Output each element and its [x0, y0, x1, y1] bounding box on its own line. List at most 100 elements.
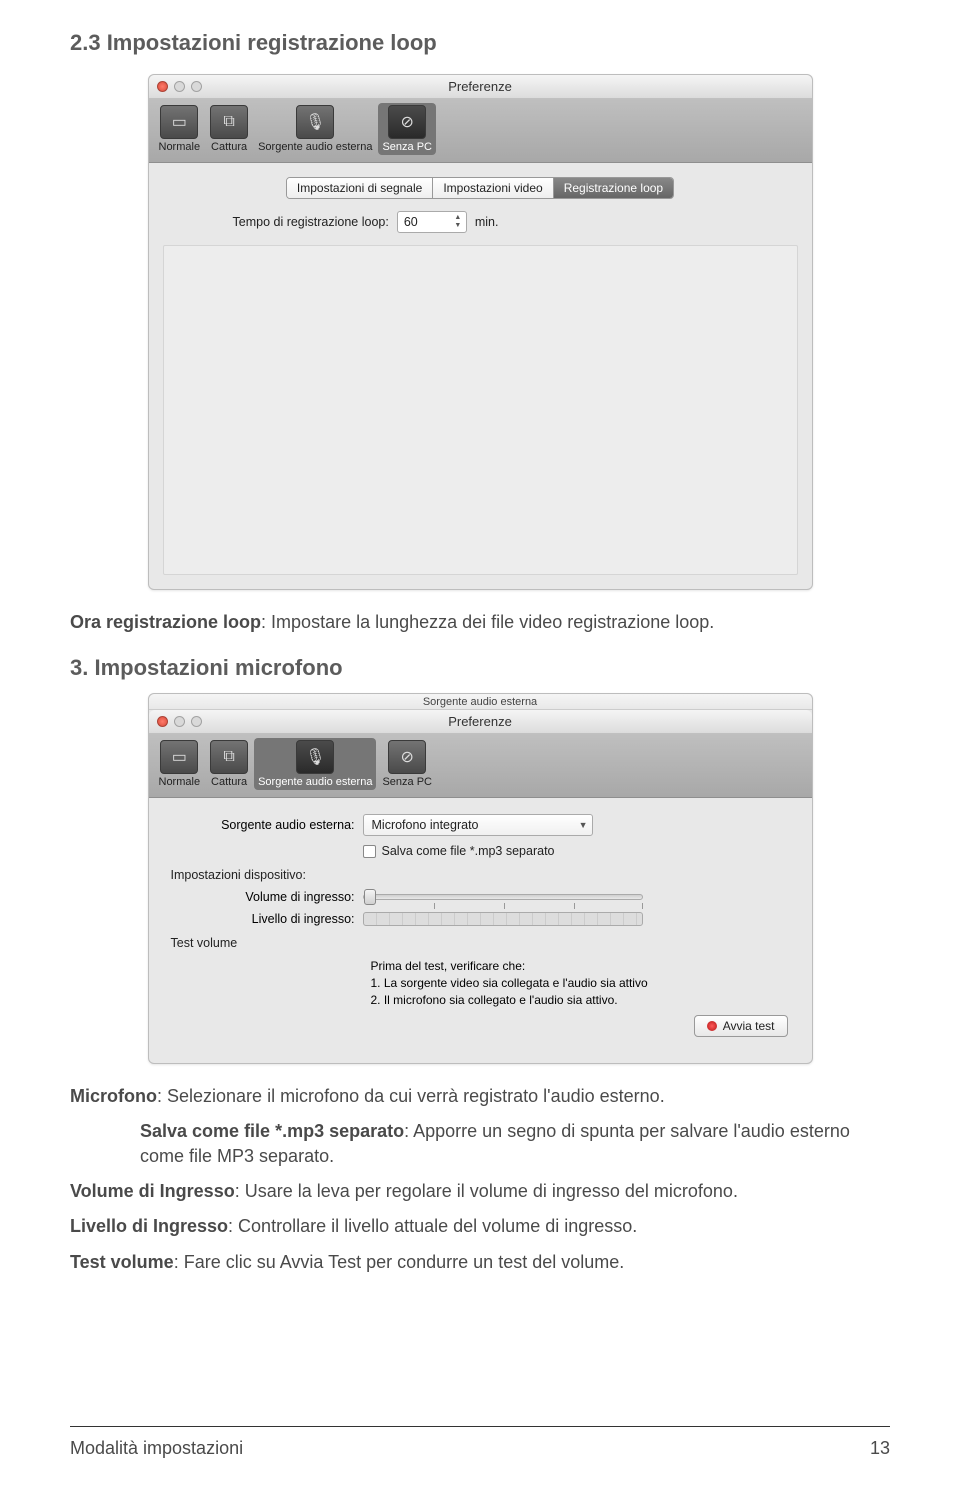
toolbar-item-cattura[interactable]: ⧉ Cattura: [206, 738, 252, 790]
window-title: Preferenze: [157, 79, 804, 94]
volume-in-label: Volume di ingresso:: [163, 890, 363, 904]
no-pc-icon: ⊘: [388, 740, 426, 774]
para-volin-rest: : Usare la leva per regolare il volume d…: [235, 1181, 738, 1201]
tab-video[interactable]: Impostazioni video: [433, 178, 553, 198]
maximize-icon[interactable]: [191, 81, 202, 92]
source-dropdown[interactable]: Microfono integrato ▼: [363, 814, 593, 836]
stepper-icon[interactable]: ▲▼: [452, 214, 464, 230]
level-in-row: Livello di ingresso:: [163, 912, 798, 926]
traffic-lights: [157, 716, 202, 727]
traffic-lights: [157, 81, 202, 92]
level-in-meter: [363, 912, 643, 926]
para-lvlin: Livello di Ingresso: Controllare il live…: [70, 1214, 890, 1239]
toolbar-item-sorgente-audio[interactable]: 🎙 Sorgente audio esterna: [254, 738, 376, 790]
toolbar-label: Normale: [159, 776, 201, 788]
level-in-label: Livello di ingresso:: [163, 912, 363, 926]
loop-time-label: Tempo di registrazione loop:: [233, 215, 389, 229]
footer-divider: [70, 1426, 890, 1427]
start-test-button[interactable]: Avvia test: [694, 1015, 788, 1037]
toolbar-item-sorgente-audio[interactable]: 🎙 Sorgente audio esterna: [254, 103, 376, 155]
loop-time-row: Tempo di registrazione loop: 60 ▲▼ min.: [233, 211, 798, 233]
titlebar: Preferenze: [149, 75, 812, 99]
tab-registrazione-loop[interactable]: Registrazione loop: [554, 178, 673, 198]
save-mp3-checkbox[interactable]: [363, 845, 376, 858]
window-body: Sorgente audio esterna: Microfono integr…: [149, 798, 812, 1062]
monitor-icon: ▭: [160, 105, 198, 139]
para-volin-bold: Volume di Ingresso: [70, 1181, 235, 1201]
para-volin: Volume di Ingresso: Usare la leva per re…: [70, 1179, 890, 1204]
test-volume-row: Test volume: [163, 936, 798, 950]
volume-in-slider[interactable]: [363, 894, 643, 900]
slider-thumb[interactable]: [364, 889, 376, 905]
titlebar: Preferenze: [149, 710, 812, 734]
para-lvlin-bold: Livello di Ingresso: [70, 1216, 228, 1236]
para-loop: Ora registrazione loop: Impostare la lun…: [70, 610, 890, 635]
record-icon: [707, 1021, 717, 1031]
loop-time-value: 60: [404, 215, 418, 229]
instr-intro: Prima del test, verificare che:: [371, 958, 798, 975]
toolbar-label: Senza PC: [382, 776, 432, 788]
test-instructions: Prima del test, verificare che: 1. La so…: [371, 958, 798, 1008]
save-mp3-row: Salva come file *.mp3 separato: [163, 844, 798, 858]
para-lvlin-rest: : Controllare il livello attuale del vol…: [228, 1216, 637, 1236]
microphone-icon: 🎙: [296, 740, 334, 774]
sub-titlebar: Sorgente audio esterna: [149, 694, 812, 710]
para-mp3: Salva come file *.mp3 separato: Apporre …: [140, 1119, 890, 1169]
toolbar-item-cattura[interactable]: ⧉ Cattura: [206, 103, 252, 155]
no-pc-icon: ⊘: [388, 105, 426, 139]
sub-title: Sorgente audio esterna: [423, 696, 537, 708]
para-testvol-rest: : Fare clic su Avvia Test per condurre u…: [174, 1252, 625, 1272]
chevron-down-icon: ▼: [579, 820, 588, 830]
instr-2: 2. Il microfono sia collegato e l'audio …: [371, 992, 798, 1009]
toolbar: ▭ Normale ⧉ Cattura 🎙 Sorgente audio est…: [149, 99, 812, 163]
window-title: Preferenze: [157, 714, 804, 729]
para-mic: Microfono: Selezionare il microfono da c…: [70, 1084, 890, 1109]
empty-panel: [163, 245, 798, 575]
toolbar-item-normale[interactable]: ▭ Normale: [155, 103, 205, 155]
tab-row: Impostazioni di segnale Impostazioni vid…: [163, 177, 798, 199]
toolbar-label: Sorgente audio esterna: [258, 141, 372, 153]
source-label: Sorgente audio esterna:: [163, 818, 363, 832]
toolbar-item-normale[interactable]: ▭ Normale: [155, 738, 205, 790]
microphone-icon: 🎙: [296, 105, 334, 139]
toolbar-item-senza-pc[interactable]: ⊘ Senza PC: [378, 103, 436, 155]
para-mic-bold: Microfono: [70, 1086, 157, 1106]
footer: Modalità impostazioni 13: [70, 1438, 890, 1459]
para-loop-rest: : Impostare la lunghezza dei file video …: [261, 612, 714, 632]
para-testvol: Test volume: Fare clic su Avvia Test per…: [70, 1250, 890, 1275]
footer-left: Modalità impostazioni: [70, 1438, 243, 1459]
start-test-row: Avvia test: [163, 1009, 798, 1047]
close-icon[interactable]: [157, 716, 168, 727]
toolbar-label: Cattura: [211, 776, 247, 788]
footer-page: 13: [870, 1438, 890, 1459]
capture-icon: ⧉: [210, 105, 248, 139]
maximize-icon[interactable]: [191, 716, 202, 727]
close-icon[interactable]: [157, 81, 168, 92]
para-mic-rest: : Selezionare il microfono da cui verrà …: [157, 1086, 665, 1106]
minimize-icon[interactable]: [174, 716, 185, 727]
start-test-label: Avvia test: [723, 1019, 775, 1033]
window-body: Impostazioni di segnale Impostazioni vid…: [149, 163, 812, 589]
toolbar: ▭ Normale ⧉ Cattura 🎙 Sorgente audio est…: [149, 734, 812, 798]
toolbar-label: Senza PC: [382, 141, 432, 153]
para-mp3-bold: Salva come file *.mp3 separato: [140, 1121, 404, 1141]
tab-segnale[interactable]: Impostazioni di segnale: [287, 178, 433, 198]
toolbar-item-senza-pc[interactable]: ⊘ Senza PC: [378, 738, 436, 790]
heading-mic: 3. Impostazioni microfono: [70, 655, 890, 681]
volume-in-row: Volume di ingresso:: [163, 890, 798, 904]
loop-time-input[interactable]: 60 ▲▼: [397, 211, 467, 233]
toolbar-label: Cattura: [211, 141, 247, 153]
preferences-window-1: Preferenze ▭ Normale ⧉ Cattura 🎙 Sorgent…: [148, 74, 813, 590]
test-volume-label: Test volume: [163, 936, 363, 950]
source-value: Microfono integrato: [372, 818, 479, 832]
preferences-window-2: Sorgente audio esterna Preferenze ▭ Norm…: [148, 693, 813, 1063]
toolbar-label: Normale: [159, 141, 201, 153]
instr-1: 1. La sorgente video sia collegata e l'a…: [371, 975, 798, 992]
toolbar-label: Sorgente audio esterna: [258, 776, 372, 788]
tab-segment: Impostazioni di segnale Impostazioni vid…: [286, 177, 674, 199]
minimize-icon[interactable]: [174, 81, 185, 92]
section-title: 2.3 Impostazioni registrazione loop: [70, 30, 890, 56]
capture-icon: ⧉: [210, 740, 248, 774]
loop-time-unit: min.: [475, 215, 499, 229]
device-settings-row: Impostazioni dispositivo:: [163, 868, 798, 882]
